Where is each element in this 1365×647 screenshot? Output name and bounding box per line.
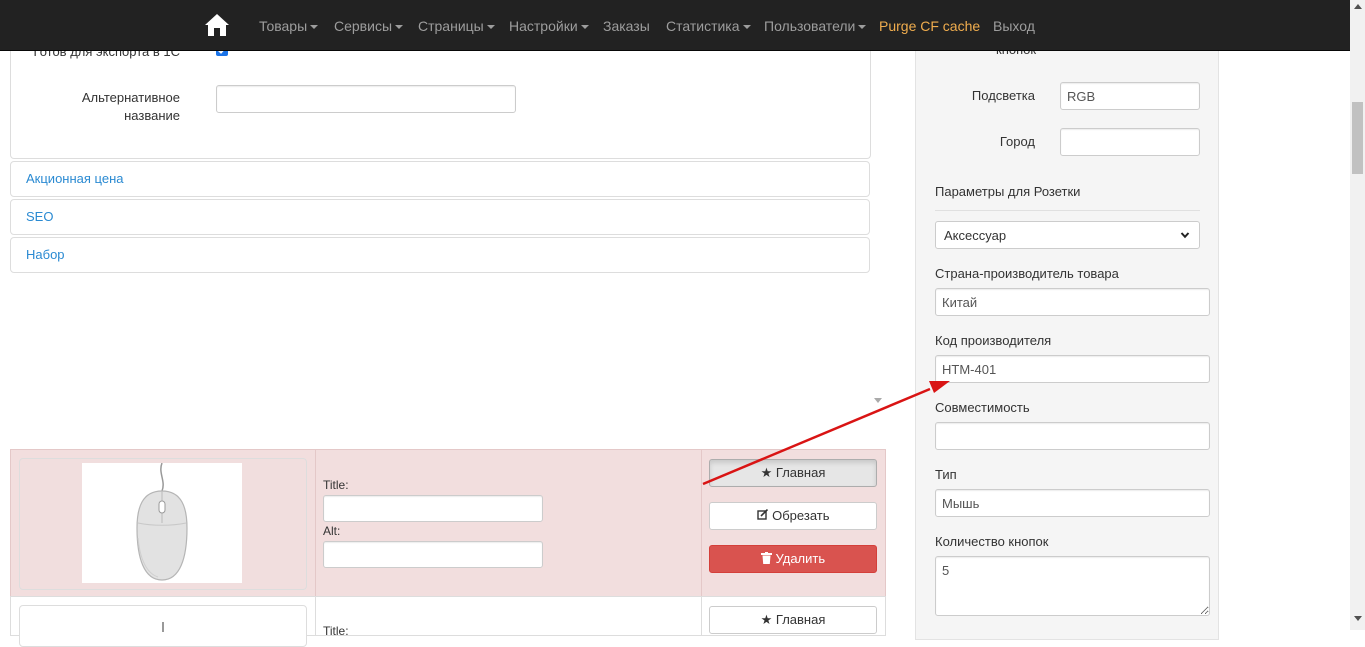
page-scrollbar[interactable] [1350,0,1365,630]
section-title[interactable]: Набор [26,247,65,262]
nav-item-label: Выход [993,18,1035,34]
chevron-down-icon [310,25,319,30]
panel-scroll-arrow-icon[interactable] [874,398,882,403]
nav-item-label: Страницы [418,18,484,34]
country-label: Страна-производитель товара [935,266,1119,281]
star-icon: ★ [760,465,773,480]
scroll-up-icon[interactable] [1354,4,1362,9]
button-label: Обрезать [772,508,830,523]
scrollbar-thumb[interactable] [1352,102,1363,174]
nav-item-products[interactable]: Товары [259,0,319,50]
backlight-label: Подсветка [971,88,1035,103]
category-select[interactable]: Аксессуар [935,221,1200,249]
nav-item-label: Товары [259,18,308,34]
country-input[interactable] [935,288,1210,316]
divider [935,210,1200,211]
edit-icon [756,508,768,520]
category-select-value: Аксессуар [944,228,1007,243]
image-meta-cell [315,450,702,596]
button-label: Удалить [775,551,826,566]
image-meta-cell [315,597,702,635]
nav-item-settings[interactable]: Настройки [509,0,589,50]
chevron-down-icon [395,25,404,30]
nav-item-logout[interactable]: Выход [993,0,1035,50]
nav-item-services[interactable]: Сервисы [334,0,404,50]
compat-input[interactable] [935,422,1210,450]
image-alt-label: Alt: [323,524,341,538]
mouse-icon [136,462,188,581]
nav-item-label: Статистика [666,18,740,34]
outlet-params-header: Параметры для Розетки [935,184,1081,199]
type-input[interactable] [935,489,1210,517]
alt-name-input[interactable] [216,85,516,113]
nav-item-label: Purge CF cache [879,18,981,34]
section-seo[interactable]: SEO [10,199,870,235]
nav-item-statistics[interactable]: Статистика [666,0,751,50]
crop-image-button[interactable]: Обрезать [709,502,877,530]
chevron-down-icon [580,25,589,30]
compat-label: Совместимость [935,400,1030,415]
alt-name-label-line: название [124,108,180,123]
image-title-input[interactable] [323,495,543,522]
buttons-count-label: Количество кнопок [935,534,1049,549]
nav-item-users[interactable]: Пользователи [764,0,867,50]
nav-item-purge-cache[interactable]: Purge CF cache [879,0,980,50]
section-set[interactable]: Набор [10,237,870,273]
product-image [162,622,164,632]
backlight-input[interactable] [1060,82,1200,110]
chevron-down-icon [742,25,751,30]
section-title[interactable]: Акционная цена [26,171,123,186]
alt-name-label: Альтернативное название [10,89,180,125]
product-image [82,462,242,583]
chevron-down-icon [1180,232,1190,239]
vendor-code-label: Код производителя [935,333,1052,348]
nav-item-label: Сервисы [334,18,393,34]
top-navbar: Товары Сервисы Страницы Настройки Заказы… [0,0,1350,51]
chevron-down-icon [858,25,867,30]
home-icon[interactable] [204,12,230,38]
chevron-down-icon [486,25,495,30]
image-alt-input[interactable] [323,541,543,568]
nav-item-pages[interactable]: Страницы [418,0,495,50]
star-icon: ★ [760,612,773,627]
nav-item-label: Настройки [509,18,578,34]
image-cell [11,597,316,647]
image-thumbnail-frame [19,458,307,590]
type-label: Тип [935,467,957,482]
section-promo-price[interactable]: Акционная цена [10,161,870,197]
city-input[interactable] [1060,128,1200,156]
nav-item-orders[interactable]: Заказы [603,0,650,50]
scroll-down-icon[interactable] [1354,616,1362,621]
section-title[interactable]: SEO [26,209,53,224]
image-title-label: Title: [323,624,349,638]
delete-image-button[interactable]: Удалить [709,545,877,573]
image-title-label: Title: [323,478,349,492]
set-main-image-button[interactable]: ★ Главная [709,459,877,487]
nav-item-label: Заказы [603,18,650,34]
image-cell [11,450,316,596]
buttons-count-textarea[interactable]: 5 [935,556,1210,616]
trash-icon [760,552,772,564]
button-label: Главная [775,465,826,480]
vendor-code-input[interactable] [935,355,1210,383]
alt-name-label-line: Альтернативное [81,90,180,105]
nav-item-label: Пользователи [764,18,856,34]
city-label: Город [999,134,1035,149]
image-thumbnail-frame [19,605,307,647]
button-label: Главная [775,612,826,627]
